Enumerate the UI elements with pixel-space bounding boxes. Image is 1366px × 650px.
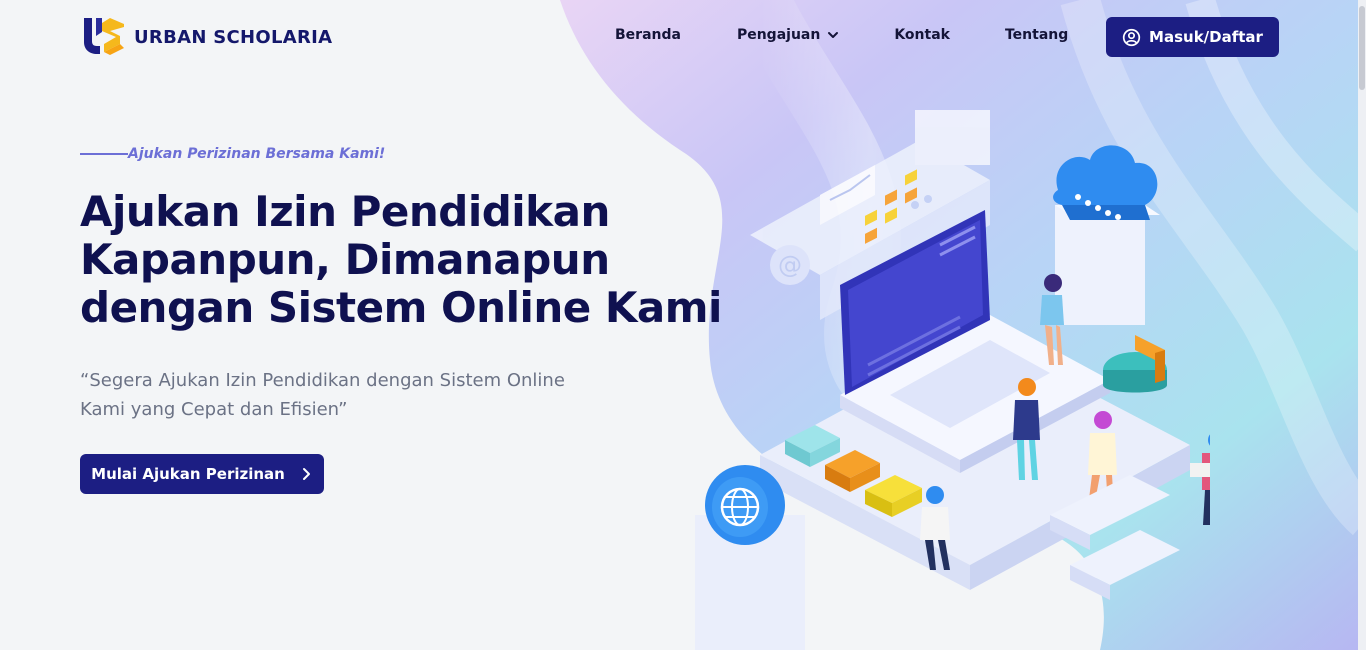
nav-item-kontak[interactable]: Kontak: [894, 27, 950, 43]
brand-logo[interactable]: URBAN SCHOLARIA: [80, 14, 332, 60]
hero-subtitle-line: “Segera Ajukan Izin Pendidikan dengan Si…: [80, 370, 565, 391]
user-circle-icon: [1122, 28, 1141, 46]
us-logo-icon: [84, 18, 124, 55]
brand-name: URBAN SCHOLARIA: [134, 26, 333, 48]
nav-item-beranda[interactable]: Beranda: [615, 27, 681, 43]
hero-title-line: Ajukan Izin Pendidikan: [80, 187, 610, 236]
scrollbar-thumb[interactable]: [1359, 6, 1365, 90]
chevron-right-icon: [302, 468, 310, 480]
hero-subtitle-line: Kami yang Cepat dan Efisien”: [80, 399, 348, 420]
chevron-down-icon: [828, 32, 839, 38]
nav-item-label: Beranda: [615, 27, 681, 43]
login-register-button[interactable]: Masuk/Daftar: [1106, 17, 1279, 57]
nav-item-tentang[interactable]: Tentang: [1005, 27, 1068, 43]
hero-title-line: Kapanpun, Dimanapun: [80, 235, 610, 284]
hero-title: Ajukan Izin Pendidikan Kapanpun, Dimanap…: [80, 188, 780, 332]
site-header: URBAN SCHOLARIA Beranda Pengajuan Kontak…: [0, 0, 1366, 76]
hero-section: Ajukan Perizinan Bersama Kami! Ajukan Iz…: [80, 140, 780, 494]
eyebrow-text: Ajukan Perizinan Bersama Kami!: [128, 146, 386, 162]
main-nav: Beranda Pengajuan Kontak Tentang: [615, 27, 1068, 43]
hero-eyebrow: Ajukan Perizinan Bersama Kami!: [80, 146, 780, 162]
cta-label: Mulai Ajukan Perizinan: [91, 465, 285, 483]
nav-item-pengajuan[interactable]: Pengajuan: [737, 27, 840, 43]
page-scrollbar[interactable]: [1358, 0, 1366, 650]
hero-title-line: dengan Sistem Online Kami: [80, 283, 722, 332]
nav-item-label: Kontak: [894, 27, 950, 43]
nav-item-label: Pengajuan: [736, 27, 821, 43]
start-application-button[interactable]: Mulai Ajukan Perizinan: [80, 454, 324, 494]
hero-subtitle: “Segera Ajukan Izin Pendidikan dengan Si…: [80, 366, 640, 424]
login-button-label: Masuk/Daftar: [1149, 28, 1263, 46]
eyebrow-line: [80, 153, 128, 155]
nav-item-label: Tentang: [1004, 27, 1069, 43]
svg-text:@: @: [778, 251, 802, 279]
